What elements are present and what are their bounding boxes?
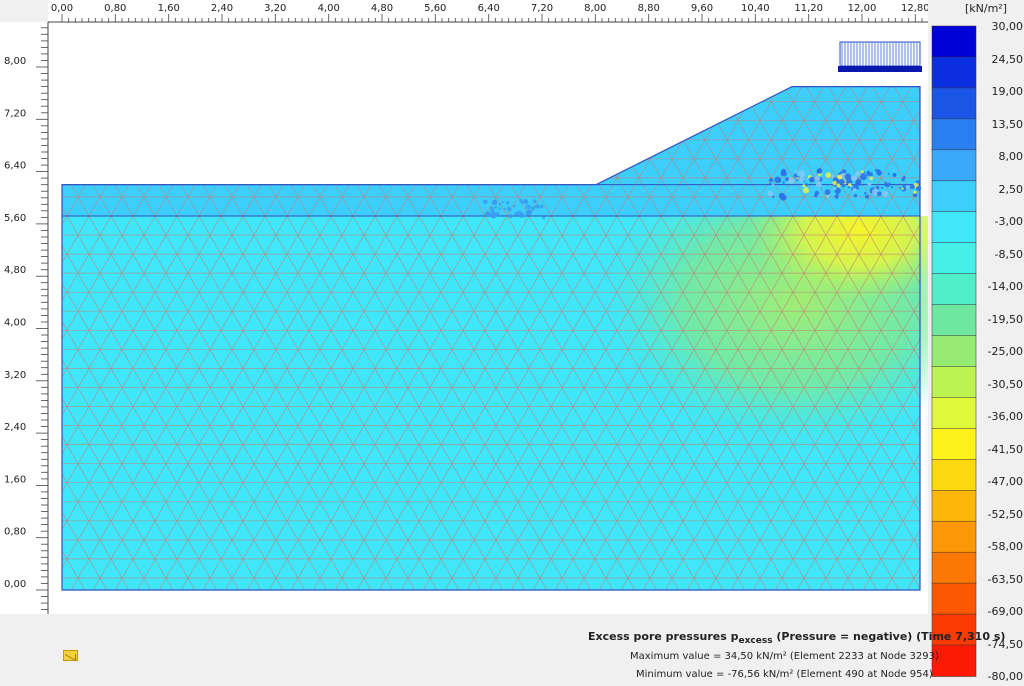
legend-value-label: -14,00 <box>987 280 1023 293</box>
legend-swatch <box>931 490 977 523</box>
legend-swatch <box>931 582 977 615</box>
legend-swatch <box>931 25 977 58</box>
x-tick-label: 12,00 <box>848 3 877 14</box>
legend-swatch <box>931 397 977 430</box>
legend-value-label: -63,50 <box>987 572 1023 586</box>
x-tick-label: 0,00 <box>51 3 73 14</box>
legend-swatch <box>931 149 977 182</box>
maximum-value-text: Maximum value = 34,50 kN/m² (Element 223… <box>630 651 939 662</box>
y-tick-label: 6,40 <box>4 161 26 172</box>
legend-swatch <box>931 366 977 399</box>
legend-swatch <box>931 551 977 584</box>
legend-value-label: -58,00 <box>987 540 1023 553</box>
title-prefix: Excess pore pressures p <box>588 630 739 643</box>
x-tick-label: 9,60 <box>691 3 713 14</box>
x-tick-label: 11,20 <box>794 3 823 14</box>
envelope-icon[interactable] <box>63 650 78 661</box>
y-tick-label: 3,20 <box>4 370 26 381</box>
legend-swatch <box>931 118 977 151</box>
legend-unit-label: [kN/m²] <box>965 2 1008 15</box>
x-tick-label: 8,80 <box>638 3 660 14</box>
x-tick-label: 12,80 <box>901 3 928 14</box>
legend-value-label: 13,50 <box>991 117 1024 131</box>
legend-value-label: -69,00 <box>987 605 1023 618</box>
legend-value-label: 8,00 <box>998 150 1024 163</box>
y-tick-label: 5,60 <box>4 213 26 224</box>
x-tick-label: 3,20 <box>264 3 286 14</box>
x-tick-label: 0,80 <box>104 3 126 14</box>
y-tick-label: 7,20 <box>4 108 26 119</box>
x-tick-label: 2,40 <box>211 3 233 14</box>
y-tick-label: 0,00 <box>4 579 26 590</box>
y-axis-ruler: 0,00 0,80 1,60 2,40 3,20 4,00 4,80 5,60 6,40 7,20… <box>0 22 49 614</box>
surface-load[interactable] <box>838 41 922 72</box>
legend-value-label: 19,00 <box>991 85 1024 98</box>
legend-value-label: 30,00 <box>991 20 1024 33</box>
legend-value-label: -8,50 <box>994 247 1023 261</box>
legend-value-label: -19,50 <box>987 312 1023 326</box>
legend-swatch <box>931 520 977 553</box>
y-tick-label: 8,00 <box>4 56 26 67</box>
x-tick-label: 7,20 <box>531 3 553 14</box>
legend-value-label: 24,50 <box>991 52 1024 66</box>
legend-value-label: -47,00 <box>987 475 1023 488</box>
y-tick-label: 0,80 <box>4 527 26 538</box>
legend-swatch <box>931 56 977 89</box>
legend-value-label: -25,00 <box>987 345 1023 358</box>
legend-value-label: -30,50 <box>987 377 1023 391</box>
x-tick-label: 8,00 <box>584 3 606 14</box>
title-subscript: excess <box>738 636 773 647</box>
plaxis-output-window: 0,00 0,80 1,60 2,40 3,20 4,00 4,80 5,60 6,40 7,20… <box>0 0 1024 683</box>
plot-title: Excess pore pressures pexcess (Pressure … <box>588 630 1005 646</box>
legend-swatch <box>931 180 977 213</box>
title-suffix: (Pressure = negative) (Time 7,310 s) <box>772 630 1006 643</box>
x-axis-ruler: 0,00 0,80 1,60 2,40 3,20 4,00 4,80 5,60 6,40 7,20… <box>48 0 928 23</box>
legend-value-label: -3,00 <box>994 215 1023 228</box>
legend-swatch <box>931 335 977 368</box>
x-tick-label: 4,80 <box>371 3 393 14</box>
y-tick-label: 4,00 <box>4 318 26 329</box>
x-tick-label: 5,60 <box>424 3 446 14</box>
legend-swatch <box>931 428 977 461</box>
legend-value-label: -80,00 <box>987 670 1023 683</box>
legend-value-label: 2,50 <box>998 182 1024 196</box>
legend-swatch <box>931 242 977 275</box>
minimum-value-text: Minimum value = -76,56 kN/m² (Element 49… <box>636 669 933 680</box>
x-tick-label: 4,00 <box>318 3 340 14</box>
excess-pore-pressure-plot[interactable]: 0,00 0,80 1,60 2,40 3,20 4,00 4,80 5,60 6,40 7,20… <box>0 0 928 682</box>
y-tick-label: 4,80 <box>4 265 26 276</box>
legend-swatch <box>931 87 977 120</box>
legend-value-label: -36,00 <box>987 410 1023 423</box>
legend-value-label: -52,50 <box>987 507 1023 521</box>
legend-swatch <box>931 273 977 306</box>
y-tick-label: 1,60 <box>4 474 26 485</box>
legend-value-label: -41,50 <box>987 442 1023 456</box>
x-tick-label: 1,60 <box>158 3 180 14</box>
legend-swatch <box>931 211 977 244</box>
legend-swatch <box>931 304 977 337</box>
x-tick-label: 6,40 <box>478 3 500 14</box>
x-tick-label: 10,40 <box>741 3 770 14</box>
legend-swatch <box>931 459 977 492</box>
y-tick-label: 2,40 <box>4 422 26 433</box>
